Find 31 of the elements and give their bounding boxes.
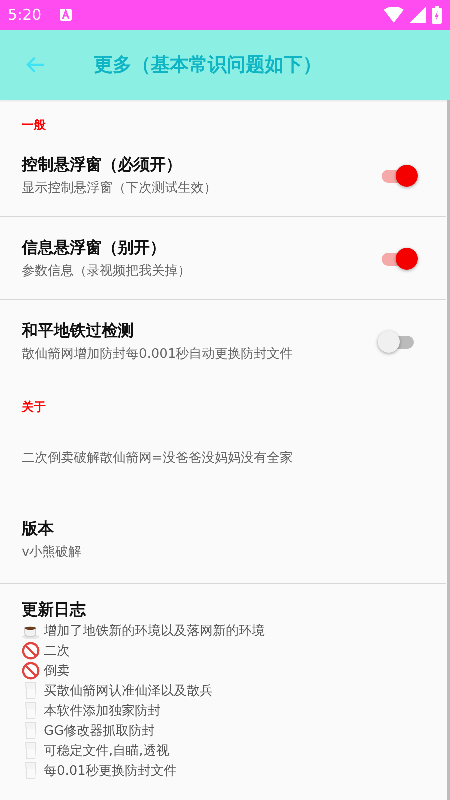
- notification-icon: [60, 9, 72, 21]
- changelog-entry: 买散仙箭网认准仙泽以及散兵: [44, 683, 213, 700]
- setting-title: 控制悬浮窗（必须开）: [22, 155, 183, 176]
- prohibited-icon: [22, 662, 40, 680]
- changelog-title: 更新日志: [22, 600, 88, 621]
- page-title: 更多（基本常识问题如下）: [94, 53, 322, 78]
- battery-icon: [432, 6, 442, 24]
- setting-row[interactable]: 控制悬浮窗（必须开） 显示控制悬浮窗（下次测试生效）: [0, 134, 446, 217]
- setting-row[interactable]: 和平地铁过检测 散仙箭网增加防封每0.001秒自动更换防封文件: [0, 300, 446, 382]
- setting-summary: 散仙箭网增加防封每0.001秒自动更换防封文件: [22, 346, 294, 363]
- section-header: 关于: [20, 399, 47, 416]
- section-header: 一般: [21, 117, 47, 134]
- setting-summary: 参数信息（录视频把我关掉）: [22, 263, 192, 280]
- setting-row[interactable]: 信息悬浮窗（别开） 参数信息（录视频把我关掉）: [0, 217, 446, 300]
- changelog-entry: 二次: [44, 643, 70, 660]
- changelog-entry: 倒卖: [44, 663, 70, 680]
- wifi-icon: [384, 7, 404, 23]
- setting-title: 和平地铁过检测: [22, 321, 135, 342]
- about-text: 二次倒卖破解散仙箭网=没爸爸没妈妈没有全家: [22, 450, 293, 467]
- setting-title: 信息悬浮窗（别开）: [22, 238, 167, 259]
- status-time: 5:20: [8, 6, 42, 24]
- setting-summary: v小熊破解: [22, 544, 83, 561]
- signal-icon: [410, 7, 426, 23]
- changelog-entry: 每0.01秒更换防封文件: [44, 763, 177, 780]
- setting-title: 版本: [22, 519, 55, 540]
- changelog-entry: 增加了地铁新的环境以及落网新的环境: [44, 623, 265, 640]
- changelog-entry: 本软件添加独家防封: [44, 703, 161, 720]
- setting-summary: 显示控制悬浮窗（下次测试生效）: [22, 180, 218, 197]
- changelog-entry: 可稳定文件,自瞄,透视: [44, 743, 170, 760]
- prohibited-icon: [22, 642, 40, 660]
- changelog-entry: GG修改器抓取防封: [44, 723, 156, 740]
